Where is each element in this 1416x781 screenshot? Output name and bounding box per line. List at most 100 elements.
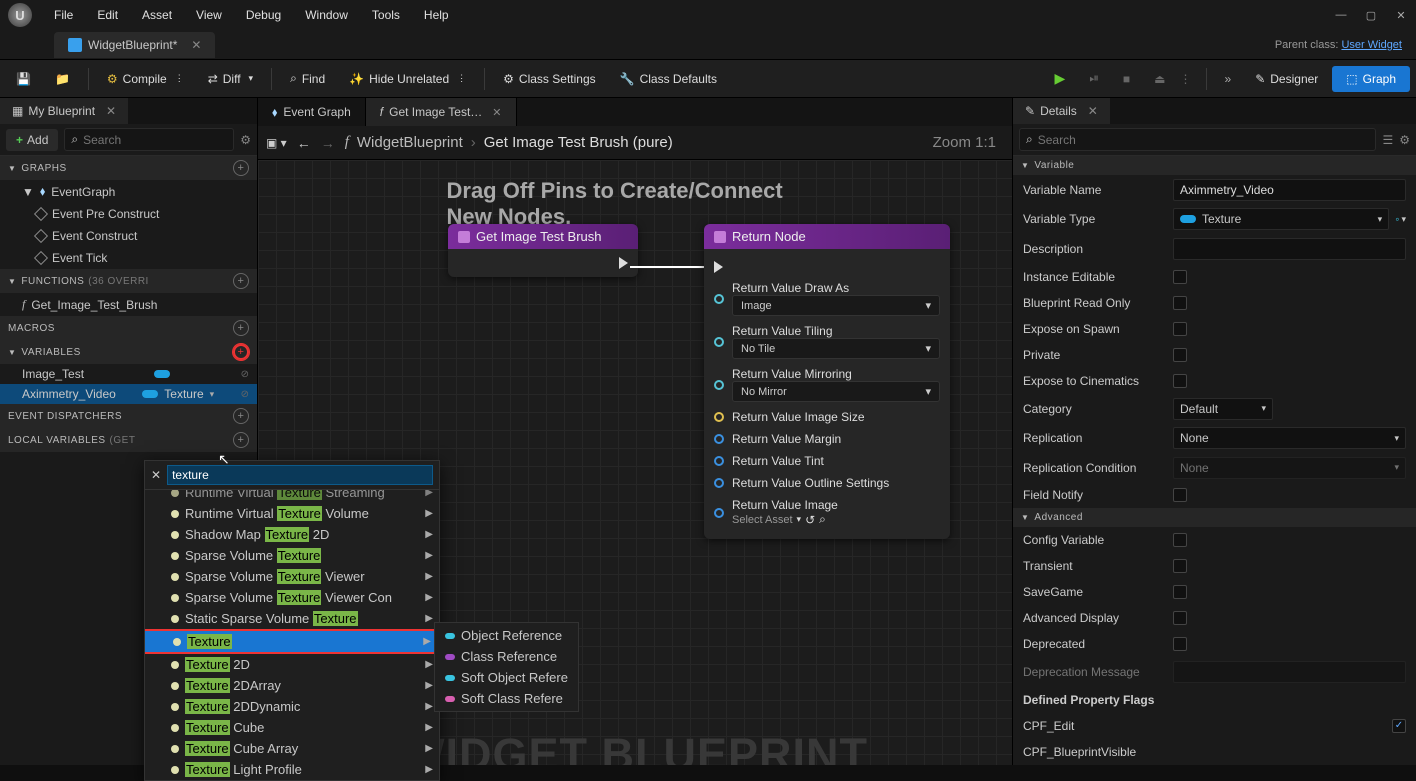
section-local-variables[interactable]: LOCAL VARIABLES(GET+ (0, 428, 257, 452)
savegame-checkbox[interactable] (1173, 585, 1187, 599)
type-item[interactable]: Runtime Virtual Texture Streaming▶ (145, 490, 439, 503)
section-event-dispatchers[interactable]: EVENT DISPATCHERS+ (0, 404, 257, 428)
expose-cine-checkbox[interactable] (1173, 374, 1187, 388)
variable-image-test[interactable]: Image_Test⊘ (0, 364, 257, 384)
search-myblueprint[interactable]: ⌕ (64, 128, 234, 151)
expose-spawn-checkbox[interactable] (1173, 322, 1187, 336)
type-item[interactable]: Texture 2D▶ (145, 654, 439, 675)
filter-icon[interactable]: ☰ (1382, 133, 1393, 147)
nav-back[interactable]: ← (297, 135, 311, 151)
menu-window[interactable]: Window (293, 2, 360, 28)
close-icon[interactable]: ✕ (106, 104, 116, 118)
variable-name-input[interactable] (1173, 179, 1406, 201)
browse-icon[interactable]: ⌕ (819, 512, 826, 527)
minimize-button[interactable]: — (1326, 1, 1356, 29)
add-variable-button[interactable]: + (233, 344, 249, 360)
class-settings-button[interactable]: ⚙Class Settings (493, 66, 605, 92)
node-return[interactable]: Return Node Return Value Draw AsImage▾ R… (704, 224, 950, 539)
menu-asset[interactable]: Asset (130, 2, 184, 28)
type-item[interactable]: Texture Cube Array▶ (145, 738, 439, 759)
type-item[interactable]: Shadow Map Texture 2D▶ (145, 524, 439, 545)
search-input[interactable] (83, 133, 227, 147)
field-notify-checkbox[interactable] (1173, 488, 1187, 502)
breadcrumb-fn[interactable]: Get Image Test Brush (pure) (484, 134, 673, 151)
add-dispatcher-button[interactable]: + (233, 408, 249, 424)
section-macros[interactable]: MACROS+ (0, 316, 257, 340)
parent-class-link[interactable]: User Widget (1341, 39, 1402, 51)
menu-view[interactable]: View (184, 2, 234, 28)
exec-in-pin[interactable] (714, 261, 723, 273)
submenu-item[interactable]: Soft Class Refere (435, 688, 578, 709)
close-tab-icon[interactable]: ✕ (191, 38, 201, 52)
pin[interactable] (714, 478, 724, 488)
function-get-image-test-brush[interactable]: fGet_Image_Test_Brush (0, 293, 257, 316)
graph-button[interactable]: ⬚Graph (1332, 66, 1410, 92)
visibility-icon[interactable]: ⊘ (241, 369, 249, 380)
mirroring-dropdown[interactable]: No Mirror▾ (732, 381, 940, 402)
type-item[interactable]: Texture 2DArray▶ (145, 675, 439, 696)
reset-icon[interactable]: ↺ (805, 513, 815, 527)
variable-type-dropdown[interactable]: Texture▾ (1173, 208, 1389, 230)
menu-edit[interactable]: Edit (85, 2, 130, 28)
section-variables[interactable]: ▼VARIABLES+ (0, 340, 257, 364)
type-item[interactable]: Sparse Volume Texture▶ (145, 545, 439, 566)
pin[interactable] (714, 412, 724, 422)
designer-button[interactable]: ✎Designer (1245, 66, 1328, 92)
maximize-button[interactable]: ▢ (1356, 1, 1386, 29)
clear-icon[interactable]: ✕ (151, 468, 161, 482)
visibility-icon[interactable]: ⊘ (241, 389, 249, 400)
event-tick[interactable]: Event Tick (0, 247, 257, 269)
breadcrumb-bp[interactable]: WidgetBlueprint (357, 134, 463, 151)
hide-unrelated-button[interactable]: ✨Hide Unrelated⋮ (339, 66, 476, 92)
type-search-input[interactable] (167, 465, 433, 485)
menu-debug[interactable]: Debug (234, 2, 293, 28)
transient-checkbox[interactable] (1173, 559, 1187, 573)
submenu-item[interactable]: Class Reference (435, 646, 578, 667)
add-function-button[interactable]: + (233, 273, 249, 289)
type-item[interactable]: Sparse Volume Texture Viewer▶ (145, 566, 439, 587)
tab-my-blueprint[interactable]: ▦ My Blueprint ✕ (0, 98, 128, 124)
draw-as-dropdown[interactable]: Image▾ (732, 295, 940, 316)
browse-button[interactable]: 📁 (45, 66, 80, 92)
type-item[interactable]: Sparse Volume Texture Viewer Con▶ (145, 587, 439, 608)
flag-edit-checkbox[interactable] (1392, 719, 1406, 733)
close-button[interactable]: ✕ (1386, 1, 1416, 29)
category-dropdown[interactable]: Default▾ (1173, 398, 1273, 420)
find-button[interactable]: ⌕Find (280, 65, 335, 92)
overflow-icon[interactable]: » (1225, 72, 1232, 86)
play-button[interactable]: ▶ (1045, 64, 1076, 93)
bookmark-icon[interactable]: ▣ ▾ (266, 136, 287, 150)
variable-aximmetry-video[interactable]: Aximmetry_Video Texture▾ ⊘ (0, 384, 257, 404)
replication-dropdown[interactable]: None▾ (1173, 427, 1406, 449)
type-item[interactable]: Texture Light Profile▶ (145, 759, 439, 780)
graph-eventgraph[interactable]: ▼⬧EventGraph (0, 180, 257, 203)
submenu-item[interactable]: Object Reference (435, 625, 578, 646)
compile-button[interactable]: ⚙Compile⋮ (97, 66, 194, 92)
save-button[interactable]: 💾 (6, 66, 41, 92)
section-functions[interactable]: ▼FUNCTIONS(36 OVERRI+ (0, 269, 257, 293)
event-pre-construct[interactable]: Event Pre Construct (0, 203, 257, 225)
exec-out-pin[interactable] (619, 257, 628, 269)
eject-button[interactable]: ⏏ (1144, 66, 1175, 92)
rep-cond-dropdown[interactable]: None▾ (1173, 457, 1406, 479)
adv-display-checkbox[interactable] (1173, 611, 1187, 625)
search-input[interactable] (1038, 133, 1370, 147)
pin[interactable] (714, 380, 724, 390)
pin[interactable] (714, 337, 724, 347)
tab-event-graph[interactable]: ⬧Event Graph (258, 98, 366, 126)
section-advanced[interactable]: ▼Advanced (1013, 508, 1416, 527)
add-local-var-button[interactable]: + (233, 432, 249, 448)
deprecated-checkbox[interactable] (1173, 637, 1187, 651)
type-item[interactable]: Texture▶ (145, 629, 439, 654)
close-icon[interactable]: ✕ (492, 106, 501, 119)
event-construct[interactable]: Event Construct (0, 225, 257, 247)
submenu-item[interactable]: Soft Object Refere (435, 667, 578, 688)
menu-file[interactable]: File (42, 2, 85, 28)
settings-icon[interactable]: ⚙ (1399, 133, 1410, 147)
file-tab-widgetblueprint[interactable]: WidgetBlueprint* ✕ (54, 32, 215, 58)
type-item[interactable]: Runtime Virtual Texture Volume▶ (145, 503, 439, 524)
add-macro-button[interactable]: + (233, 320, 249, 336)
nav-forward[interactable]: → (321, 135, 335, 151)
section-graphs[interactable]: ▼GRAPHS+ (0, 156, 257, 180)
pin[interactable] (714, 294, 724, 304)
